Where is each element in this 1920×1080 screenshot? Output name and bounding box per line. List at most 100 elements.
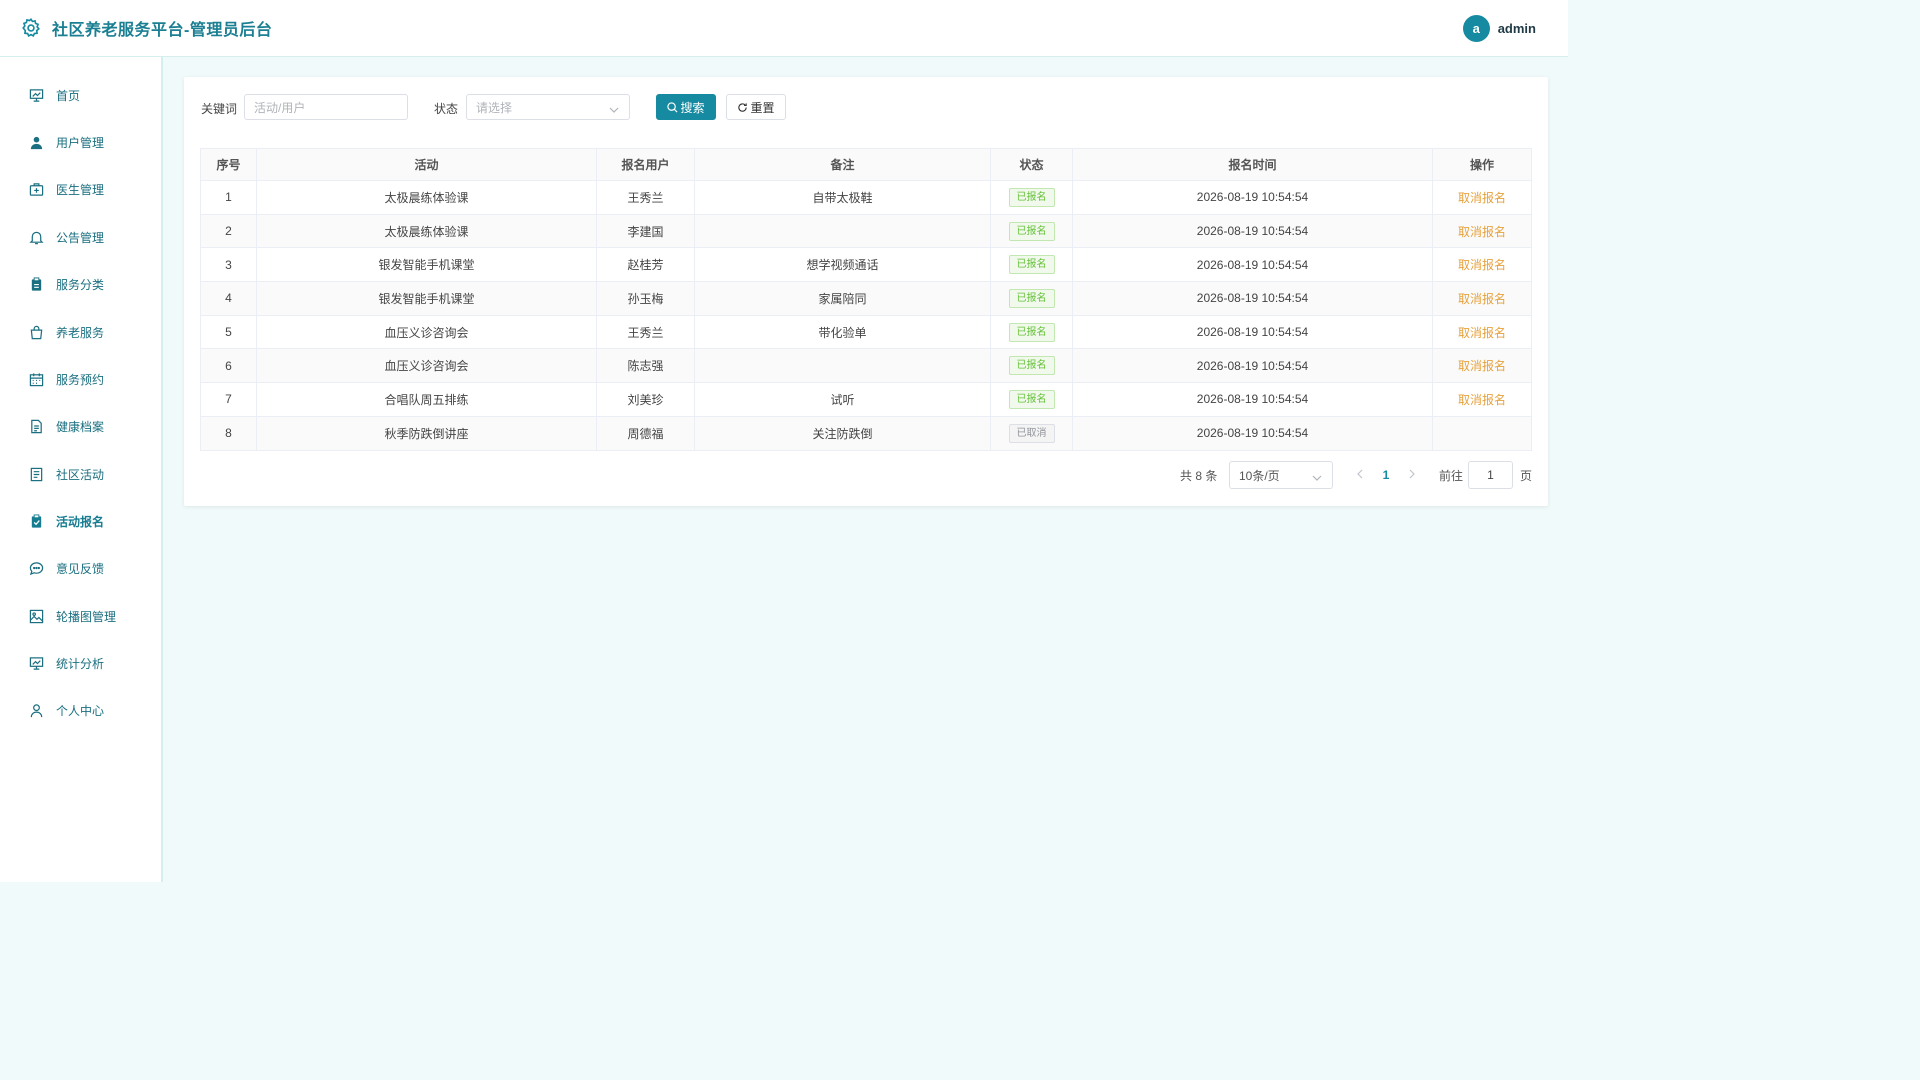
reset-button-label: 重置: [750, 100, 775, 115]
sidebar-item-label: 意见反馈: [56, 561, 105, 576]
cell-activity: 秋季防跌倒讲座: [256, 415, 597, 451]
sidebar-item-doctors[interactable]: 医生管理: [0, 169, 161, 209]
cell-activity: 合唱队周五排练: [256, 382, 597, 417]
search-button[interactable]: 搜索: [656, 94, 716, 120]
medical-kit-icon: [28, 181, 44, 197]
cell-action: 取消报名: [1432, 247, 1532, 283]
shopping-bag-icon: [28, 324, 44, 340]
table-row: 3 银发智能手机课堂 赵桂芳 想学视频通话 已报名 2026-08-19 10:…: [200, 247, 1532, 283]
sidebar-item-label: 健康档案: [56, 419, 105, 434]
username[interactable]: admin: [1498, 21, 1536, 36]
cell-remark: 带化验单: [694, 314, 991, 350]
status-select[interactable]: 请选择: [466, 94, 630, 120]
sidebar-item-health-records[interactable]: 健康档案: [0, 406, 161, 446]
table-row: 6 血压义诊咨询会 陈志强 已报名 2026-08-19 10:54:54 取消…: [200, 348, 1532, 384]
page-suffix: 页: [1520, 461, 1532, 489]
cancel-registration-link[interactable]: 取消报名: [1458, 326, 1506, 340]
cell-time: 2026-08-19 10:54:54: [1072, 382, 1433, 417]
page-size-select[interactable]: 10条/页: [1229, 461, 1333, 489]
cell-activity: 血压义诊咨询会: [256, 314, 597, 350]
cell-no: 5: [200, 314, 257, 350]
bell-icon: [28, 229, 44, 245]
calendar-icon: [28, 371, 44, 387]
registration-card: 关键词 活动/用户 状态 请选择 搜索 重置 序号 活动 报名用户 备注 状态 …: [184, 77, 1548, 506]
user-icon: [28, 134, 44, 150]
sidebar-item-service-category[interactable]: 服务分类: [0, 264, 161, 304]
column-header: 状态: [990, 148, 1073, 181]
sidebar-item-label: 服务分类: [56, 277, 105, 292]
keyword-input[interactable]: 活动/用户: [244, 94, 408, 120]
status-badge: 已报名: [1008, 288, 1055, 308]
chevron-down-icon: [609, 103, 619, 117]
sidebar-item-community-activities[interactable]: 社区活动: [0, 454, 161, 494]
cell-time: 2026-08-19 10:54:54: [1072, 247, 1433, 283]
cell-activity: 血压义诊咨询会: [256, 348, 597, 384]
cell-remark: 关注防跌倒: [694, 415, 991, 451]
cell-no: 8: [200, 415, 257, 451]
goto-page-input[interactable]: 1: [1468, 461, 1513, 489]
column-header: 活动: [256, 148, 597, 181]
list-document-icon: [28, 466, 44, 482]
avatar[interactable]: a: [1462, 15, 1490, 42]
sidebar-item-label: 活动报名: [56, 514, 105, 529]
table-row: 7 合唱队周五排练 刘美珍 试听 已报名 2026-08-19 10:54:54…: [200, 382, 1532, 417]
cell-action: 取消报名: [1432, 314, 1532, 350]
sidebar-item-notices[interactable]: 公告管理: [0, 217, 161, 257]
cancel-registration-link[interactable]: 取消报名: [1458, 225, 1506, 239]
sidebar-item-statistics[interactable]: 统计分析: [0, 643, 161, 683]
table-row: 4 银发智能手机课堂 孙玉梅 家属陪同 已报名 2026-08-19 10:54…: [200, 281, 1532, 316]
cell-action: 取消报名: [1432, 281, 1532, 316]
cell-remark: [694, 213, 991, 249]
sidebar-item-feedback[interactable]: 意见反馈: [0, 548, 161, 588]
status-label: 状态: [434, 102, 459, 116]
cell-status: 已报名: [990, 247, 1073, 283]
chart-board-icon: [28, 87, 44, 103]
cell-activity: 银发智能手机课堂: [256, 281, 597, 316]
page-number-current[interactable]: 1: [1378, 461, 1394, 489]
cell-user: 王秀兰: [596, 180, 695, 215]
sidebar-item-carousel[interactable]: 轮播图管理: [0, 596, 161, 636]
cancel-registration-link[interactable]: 取消报名: [1458, 393, 1506, 407]
cell-remark: 家属陪同: [694, 281, 991, 316]
user-outline-icon: [28, 702, 44, 718]
sidebar-item-users[interactable]: 用户管理: [0, 122, 161, 162]
picture-icon: [28, 608, 44, 624]
table-row: 2 太极晨练体验课 李建国 已报名 2026-08-19 10:54:54 取消…: [200, 213, 1532, 249]
user-menu[interactable]: a admin: [1462, 15, 1536, 42]
chevron-down-icon: [1312, 471, 1322, 485]
clipboard-icon: [28, 276, 44, 292]
next-page-button[interactable]: [1406, 461, 1418, 489]
status-badge: 已报名: [1008, 255, 1055, 275]
page-suffix-text: 页: [1520, 468, 1533, 483]
cell-user: 赵桂芳: [596, 247, 695, 283]
cancel-registration-link[interactable]: 取消报名: [1458, 258, 1506, 272]
sidebar-item-label: 社区活动: [56, 467, 105, 482]
cancel-registration-link[interactable]: 取消报名: [1458, 359, 1506, 373]
cell-action: 取消报名: [1432, 213, 1532, 249]
column-header: 序号: [200, 148, 257, 181]
goto-label: 前往: [1439, 461, 1463, 489]
cell-status: 已报名: [990, 348, 1073, 384]
cancel-registration-link[interactable]: 取消报名: [1458, 191, 1506, 205]
goto-text: 前往: [1439, 468, 1464, 483]
sidebar-item-label: 统计分析: [56, 656, 105, 671]
table-row: 1 太极晨练体验课 王秀兰 自带太极鞋 已报名 2026-08-19 10:54…: [200, 180, 1532, 215]
total-count: 共 8 条: [1180, 468, 1218, 483]
sidebar-item-activity-registration[interactable]: 活动报名: [0, 501, 161, 541]
chevron-right-icon: [1408, 468, 1416, 482]
sidebar-item-elderly-services[interactable]: 养老服务: [0, 312, 161, 352]
sidebar-item-profile[interactable]: 个人中心: [0, 690, 161, 730]
chevron-left-icon: [1356, 468, 1364, 482]
cell-time: 2026-08-19 10:54:54: [1072, 281, 1433, 316]
sidebar-item-home[interactable]: 首页: [0, 75, 161, 115]
cancel-registration-link[interactable]: 取消报名: [1458, 292, 1506, 306]
status-badge: 已报名: [1008, 389, 1055, 409]
reset-button[interactable]: 重置: [726, 94, 786, 120]
cell-action: 取消报名: [1432, 382, 1532, 417]
prev-page-button[interactable]: [1354, 461, 1366, 489]
cell-user: 刘美珍: [596, 382, 695, 417]
cell-user: 王秀兰: [596, 314, 695, 350]
cell-remark: 试听: [694, 382, 991, 417]
status-badge: 已报名: [1008, 356, 1055, 376]
sidebar-item-appointments[interactable]: 服务预约: [0, 359, 161, 399]
